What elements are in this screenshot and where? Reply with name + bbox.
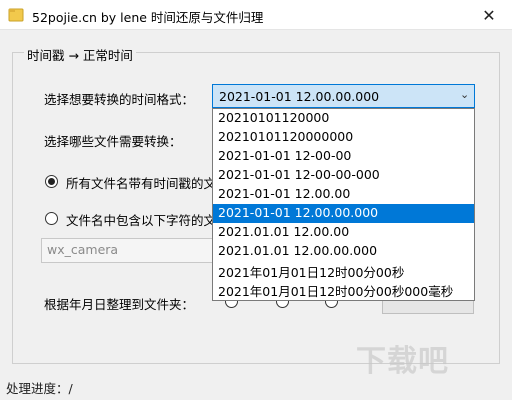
radio-all-files-label: 所有文件名带有时间戳的文 (66, 176, 217, 191)
group-legend: 时间戳 → 正常时间 (24, 45, 136, 64)
dropdown-option[interactable]: 2021年01月01日12时00分00秒 (213, 261, 474, 280)
watermark-logo: 下载吧 (356, 344, 449, 379)
format-dropdown-list: 20210101120000 20210101120000000 2021-01-0… (212, 108, 475, 301)
dropdown-option[interactable]: 20210101120000 (213, 109, 474, 128)
format-combobox[interactable]: 2021-01-01 12.00.00.000 ⌄ (212, 84, 475, 108)
filter-input[interactable] (47, 242, 217, 257)
dropdown-option[interactable]: 2021-01-01 12-00-00-000 (213, 166, 474, 185)
radio-contains-chars-label: 文件名中包含以下字符的文 (66, 213, 217, 228)
format-combobox-value: 2021-01-01 12.00.00.000 (219, 89, 380, 104)
dropdown-option[interactable]: 2021.01.01 12.00.00.000 (213, 242, 474, 261)
filter-input-box[interactable] (41, 238, 221, 263)
progress-status: 处理进度：/ (6, 381, 73, 396)
radio-all-files[interactable] (45, 175, 58, 188)
format-label: 选择想要转换的时间格式： (44, 92, 195, 107)
dropdown-option[interactable]: 2021-01-01 12-00-00 (213, 147, 474, 166)
close-button[interactable]: ✕ (466, 0, 512, 30)
close-icon: ✕ (482, 5, 496, 25)
chevron-down-icon[interactable]: ⌄ (460, 88, 469, 101)
dropdown-option[interactable]: 2021-01-01 12.00.00.000 (213, 204, 474, 223)
radio-contains-chars[interactable] (45, 212, 58, 225)
app-icon (8, 8, 24, 22)
dropdown-option[interactable]: 2021年01月01日12时00分00秒000毫秒 (213, 280, 474, 299)
dropdown-option[interactable]: 2021.01.01 12.00.00 (213, 223, 474, 242)
window-title: 52pojie.cn by lene 时间还原与文件归理 (32, 10, 264, 25)
organize-label: 根据年月日整理到文件夹： (44, 297, 195, 312)
title-bar: 52pojie.cn by lene 时间还原与文件归理 ✕ (0, 0, 512, 30)
dropdown-option[interactable]: 2021-01-01 12.00.00 (213, 185, 474, 204)
files-label: 选择哪些文件需要转换： (44, 134, 182, 149)
dropdown-option[interactable]: 20210101120000000 (213, 128, 474, 147)
